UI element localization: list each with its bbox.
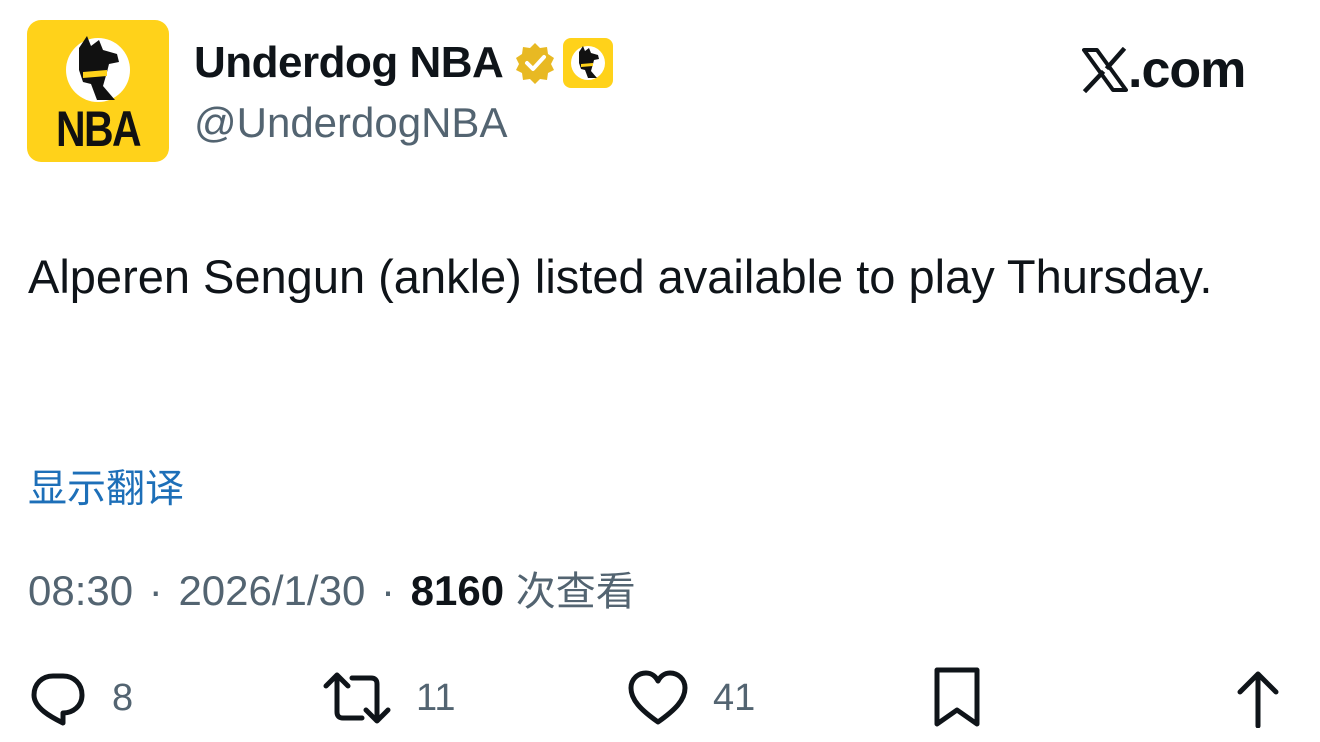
display-name[interactable]: Underdog NBA (194, 37, 504, 89)
account-name-row: Underdog NBA (194, 37, 614, 89)
views-label: 次查看 (515, 569, 636, 615)
views-count[interactable]: 8160 (411, 567, 504, 614)
x-logo-icon (1082, 47, 1128, 93)
like-icon (628, 670, 688, 725)
retweet-count: 11 (416, 677, 456, 719)
account-handle[interactable]: @UnderdogNBA (194, 98, 507, 148)
reply-button[interactable]: 8 (28, 668, 133, 728)
tweet-time[interactable]: 08:30 (28, 567, 133, 614)
bookmark-button[interactable] (929, 667, 985, 728)
avatar-logo-text: NBA (56, 101, 142, 157)
avatar[interactable]: NBA (27, 20, 169, 162)
site-label: .com (1128, 41, 1246, 99)
verified-badge-icon[interactable] (513, 41, 557, 85)
meta-separator: · (380, 567, 395, 614)
tweet-text: Alperen Sengun (ankle) listed available … (28, 250, 1213, 303)
retweet-icon (323, 672, 391, 724)
reply-count: 8 (112, 677, 134, 719)
like-count: 41 (713, 677, 756, 719)
retweet-button[interactable]: 11 (322, 668, 455, 728)
reply-icon (31, 673, 85, 726)
tweet-date[interactable]: 2026/1/30 (178, 567, 365, 614)
affiliate-badge[interactable] (563, 38, 614, 88)
share-button[interactable] (1232, 668, 1284, 728)
show-translation-link[interactable]: 显示翻译 (28, 465, 184, 515)
x-com-logo: .com (1082, 41, 1246, 99)
meta-separator: · (148, 567, 163, 614)
share-icon (1237, 671, 1279, 728)
dog-logo-icon (571, 46, 606, 80)
tweet-meta: 08:30 · 2026/1/30 · 8160 次查看 (28, 564, 636, 619)
like-button[interactable]: 41 (627, 668, 755, 728)
bookmark-icon (934, 667, 980, 727)
